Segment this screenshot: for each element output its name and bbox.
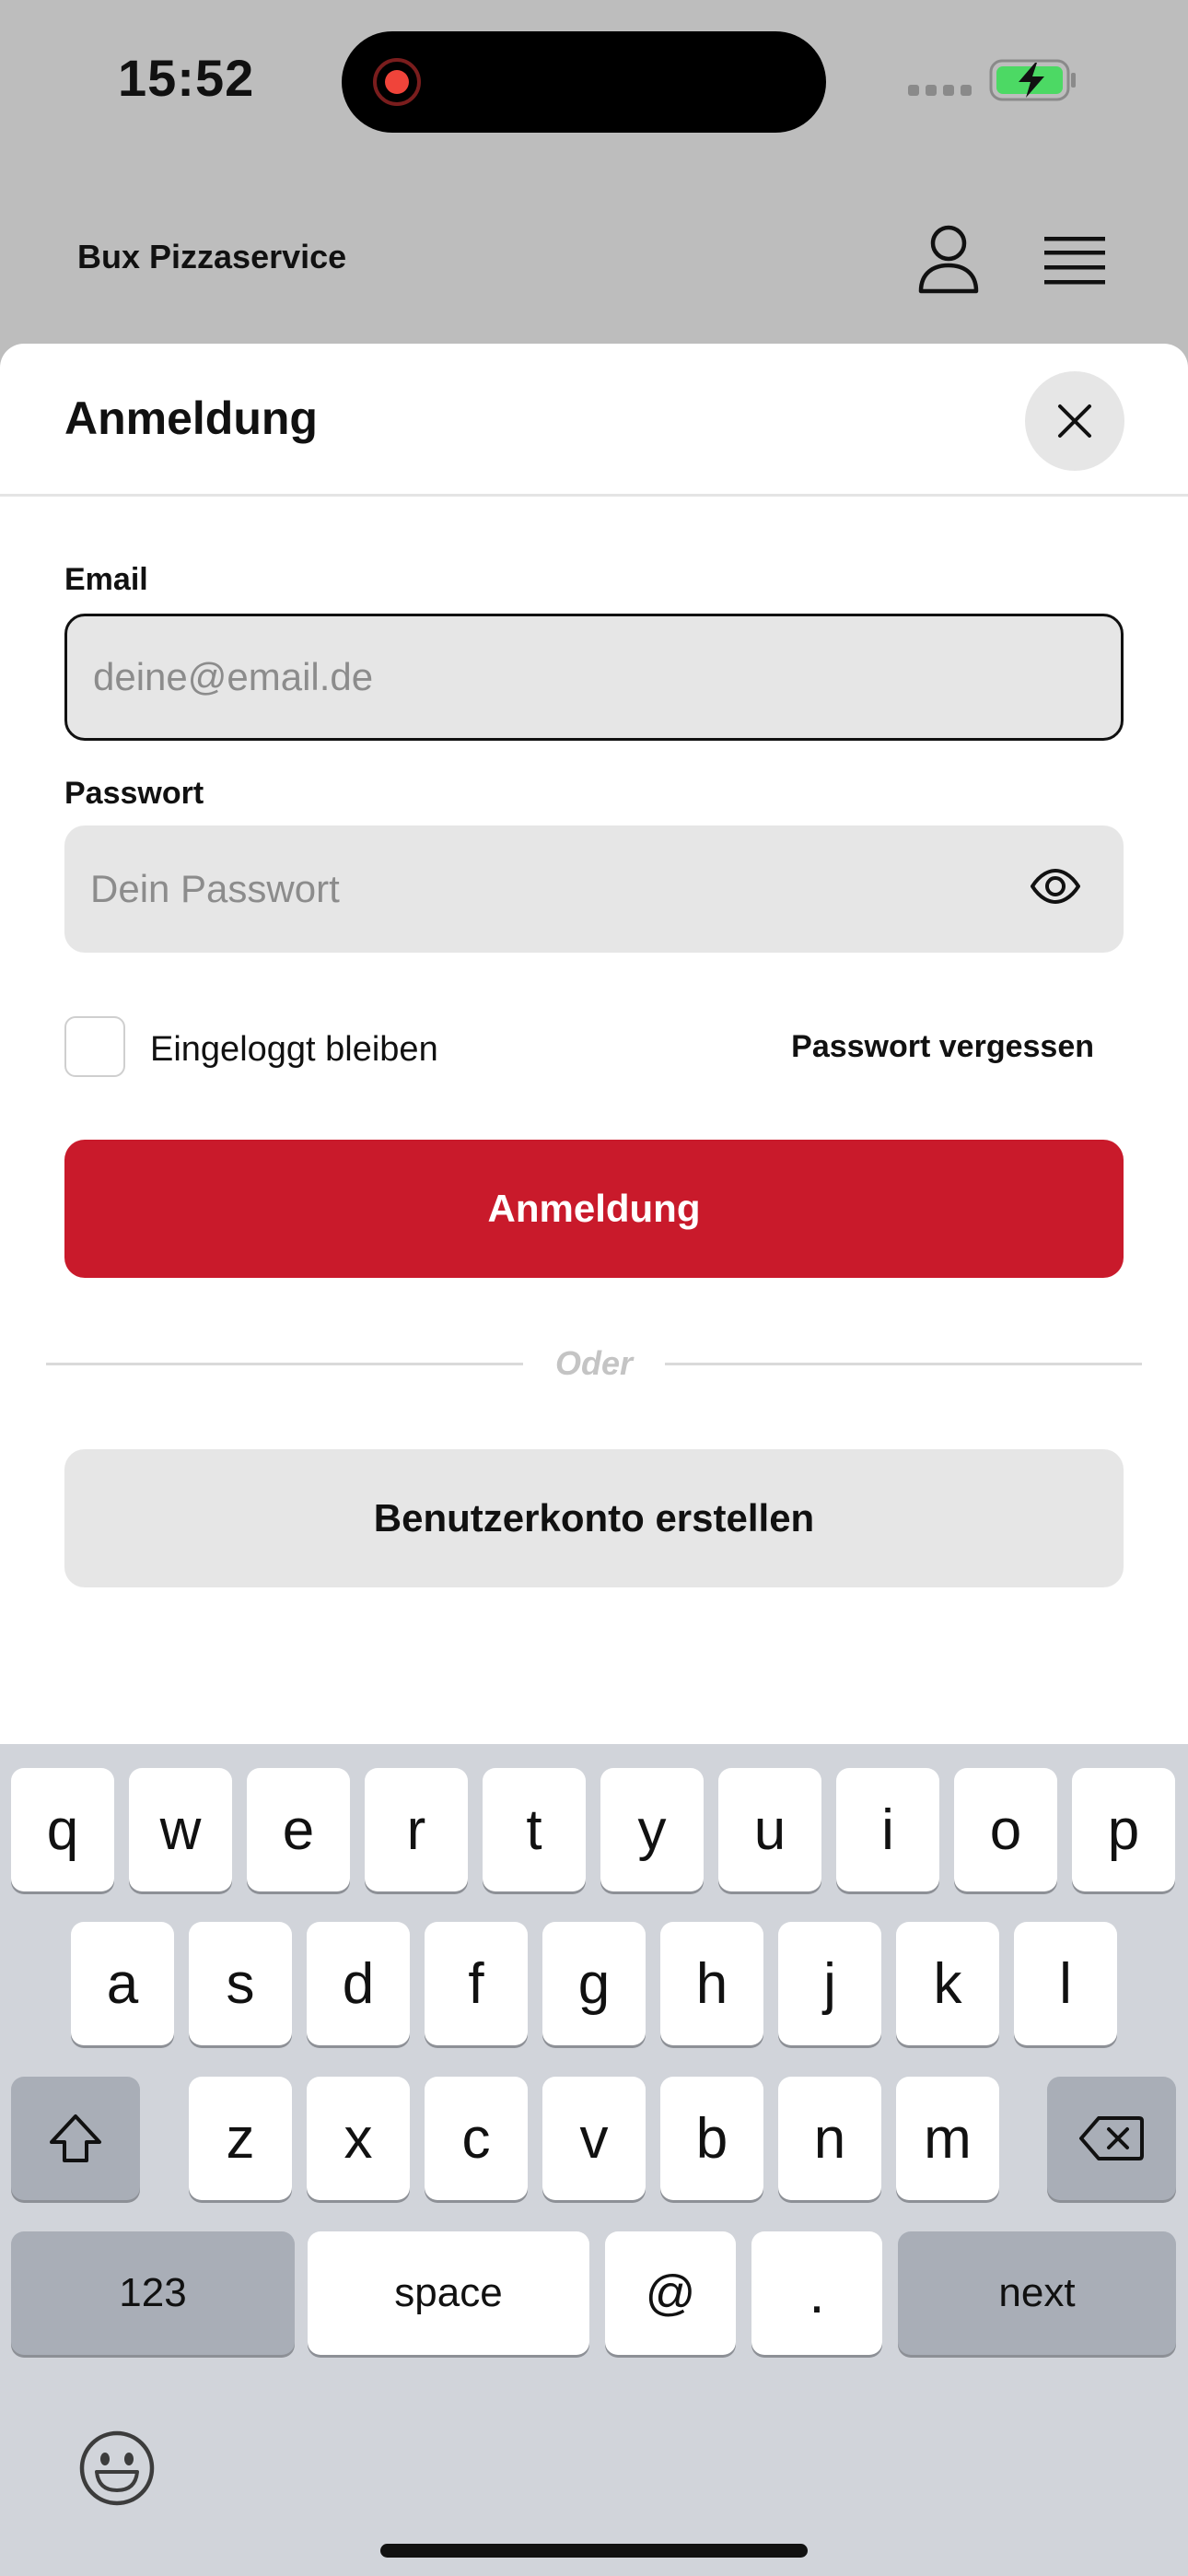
key-x[interactable]: x	[307, 2077, 410, 2200]
emoji-icon[interactable]	[78, 2430, 156, 2507]
key-p[interactable]: p	[1072, 1768, 1175, 1891]
user-icon[interactable]	[917, 225, 980, 295]
header-divider	[0, 494, 1188, 497]
shift-icon	[50, 2114, 101, 2162]
key-t[interactable]: t	[483, 1768, 586, 1891]
hamburger-menu-icon[interactable]	[1042, 234, 1107, 287]
login-button[interactable]: Anmeldung	[64, 1140, 1124, 1278]
key-a[interactable]: a	[71, 1922, 174, 2045]
at-key[interactable]: @	[605, 2231, 736, 2355]
key-v[interactable]: v	[542, 2077, 646, 2200]
backspace-icon	[1079, 2116, 1144, 2160]
space-key[interactable]: space	[308, 2231, 589, 2355]
status-time: 15:52	[118, 49, 255, 107]
password-field[interactable]	[64, 825, 1124, 953]
key-h[interactable]: h	[660, 1922, 763, 2045]
remember-me-checkbox[interactable]	[64, 1016, 125, 1077]
shift-key[interactable]	[11, 2077, 140, 2200]
numbers-key[interactable]: 123	[11, 2231, 295, 2355]
key-i[interactable]: i	[836, 1768, 939, 1891]
close-icon	[1058, 404, 1091, 438]
key-l[interactable]: l	[1014, 1922, 1117, 2045]
key-b[interactable]: b	[660, 2077, 763, 2200]
brand-name[interactable]: Bux Pizzaservice	[77, 238, 346, 276]
email-label: Email	[64, 562, 148, 597]
dynamic-island	[342, 31, 826, 133]
key-z[interactable]: z	[189, 2077, 292, 2200]
cellular-signal-icon	[908, 85, 972, 96]
email-field-wrapper[interactable]	[64, 614, 1124, 741]
divider-line-right	[665, 1363, 1142, 1365]
key-o[interactable]: o	[954, 1768, 1057, 1891]
key-c[interactable]: c	[425, 2077, 528, 2200]
key-q[interactable]: q	[11, 1768, 114, 1891]
eye-icon[interactable]	[1030, 868, 1081, 905]
password-field-wrapper[interactable]	[64, 825, 1124, 953]
key-y[interactable]: y	[600, 1768, 704, 1891]
key-f[interactable]: f	[425, 1922, 528, 2045]
password-label: Passwort	[64, 776, 204, 811]
delete-key[interactable]	[1047, 2077, 1176, 2200]
create-account-button[interactable]: Benutzerkonto erstellen	[64, 1449, 1124, 1587]
key-n[interactable]: n	[778, 2077, 881, 2200]
battery-charging-icon	[989, 59, 1076, 101]
app-header: Bux Pizzaservice	[0, 166, 1188, 345]
key-w[interactable]: w	[129, 1768, 232, 1891]
remember-me-label[interactable]: Eingeloggt bleiben	[150, 1030, 438, 1070]
key-g[interactable]: g	[542, 1922, 646, 2045]
key-d[interactable]: d	[307, 1922, 410, 2045]
key-r[interactable]: r	[365, 1768, 468, 1891]
sheet-title: Anmeldung	[64, 392, 318, 444]
key-s[interactable]: s	[189, 1922, 292, 2045]
status-bar: 15:52	[0, 0, 1188, 166]
key-m[interactable]: m	[896, 2077, 999, 2200]
key-k[interactable]: k	[896, 1922, 999, 2045]
key-e[interactable]: e	[247, 1768, 350, 1891]
recording-indicator-icon	[373, 58, 421, 106]
keyboard: q w e r t y u i o p a s d f g h j k l z …	[0, 1744, 1188, 2576]
dot-key[interactable]: .	[751, 2231, 882, 2355]
forgot-password-link[interactable]: Passwort vergessen	[791, 1029, 1094, 1065]
key-u[interactable]: u	[718, 1768, 821, 1891]
login-sheet: Anmeldung Email Passwort Eingeloggt blei…	[0, 344, 1188, 1744]
next-key[interactable]: next	[898, 2231, 1176, 2355]
close-button[interactable]	[1025, 371, 1124, 471]
key-j[interactable]: j	[778, 1922, 881, 2045]
email-field[interactable]	[67, 616, 1121, 738]
home-indicator[interactable]	[380, 2544, 808, 2558]
